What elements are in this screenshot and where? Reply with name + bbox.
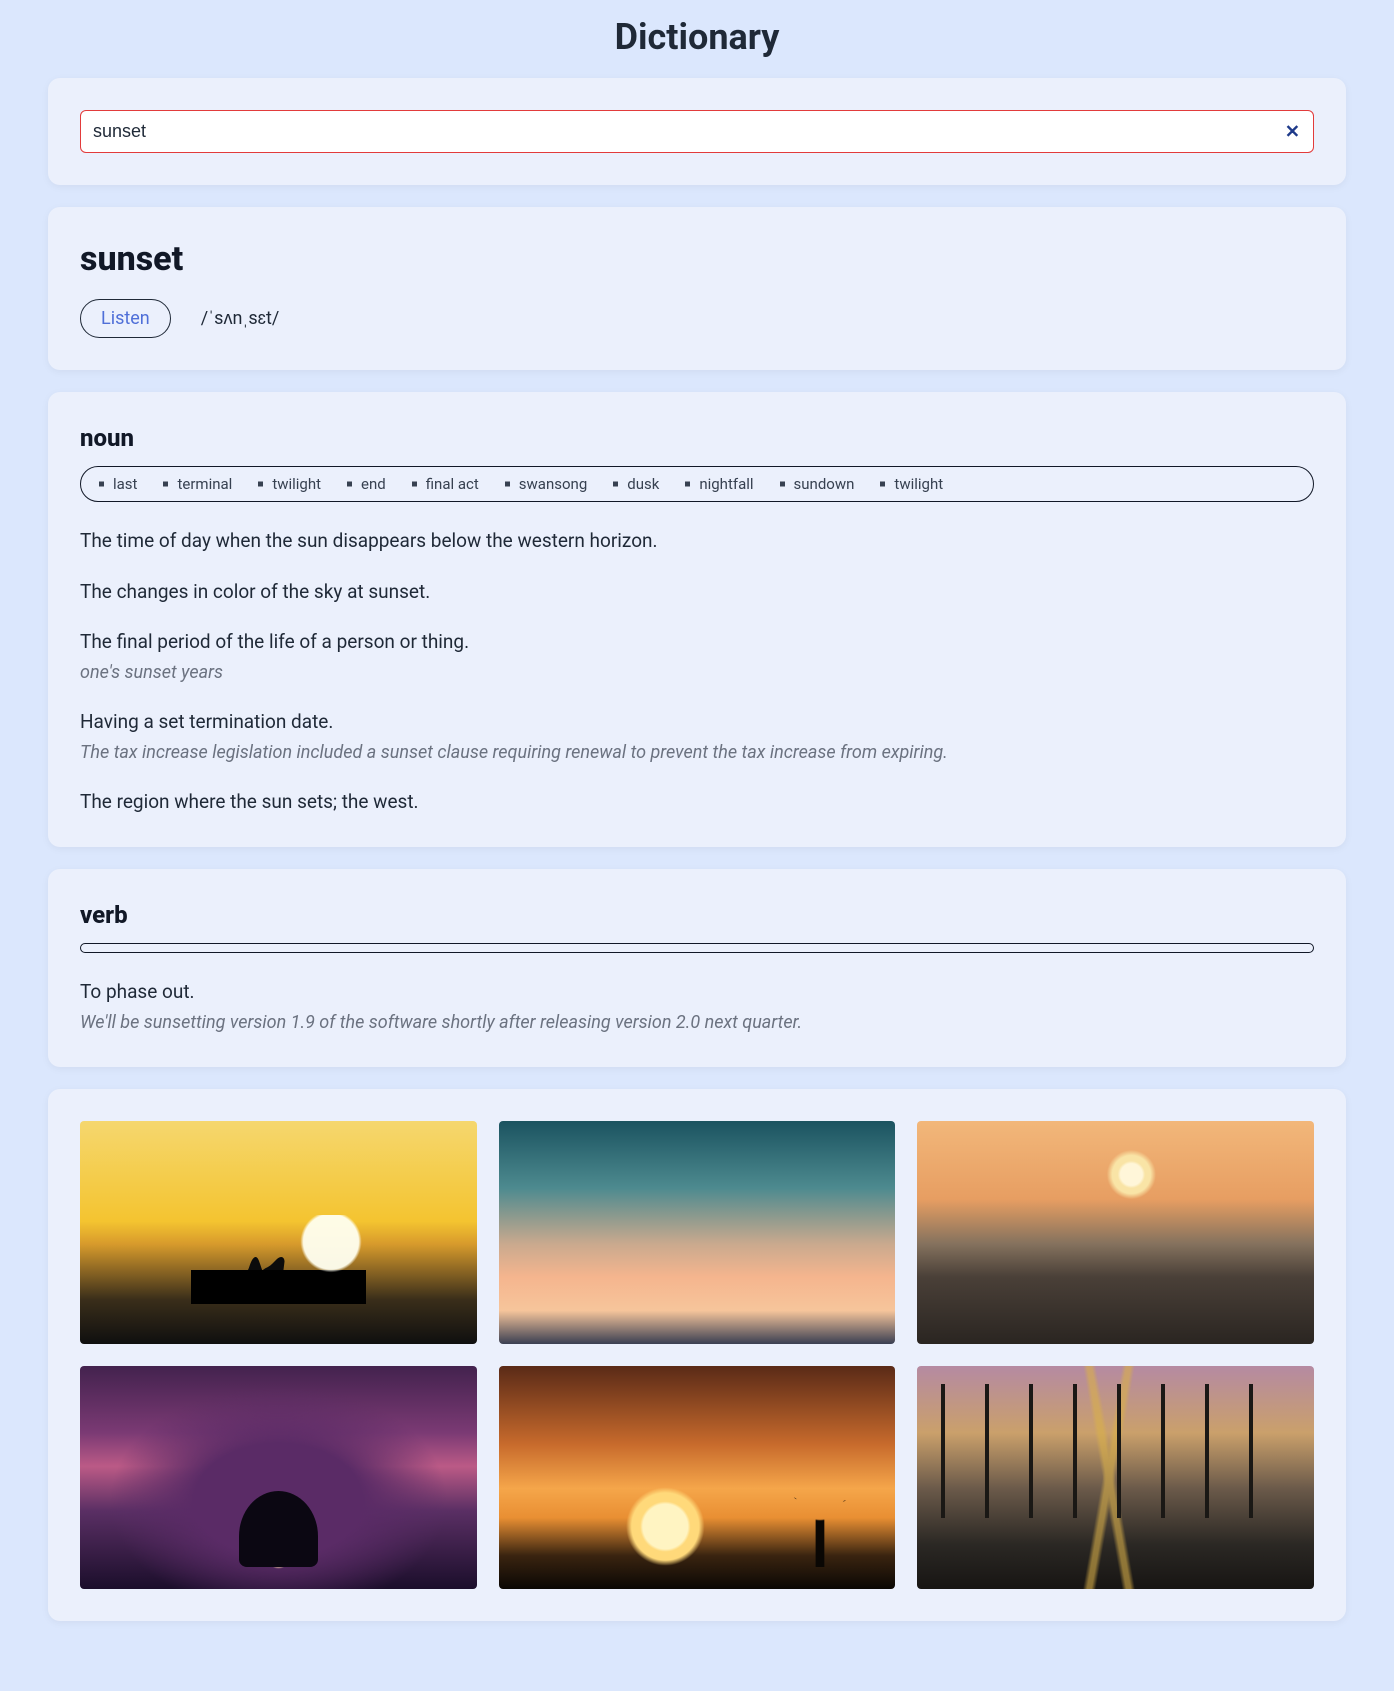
definition-text: The time of day when the sun disappears … — [80, 528, 1314, 555]
definition-text: The region where the sun sets; the west. — [80, 789, 1314, 816]
gallery-image[interactable] — [499, 1366, 896, 1589]
page-title: Dictionary — [48, 0, 1346, 78]
synonyms-box: last terminal twilight end final act swansong… — [80, 466, 1314, 502]
listen-button[interactable]: Listen — [80, 299, 171, 338]
definition-text: The final period of the life of a person… — [80, 629, 1314, 656]
pos-card: verb To phase out. We'll be sunsetting ver… — [48, 869, 1346, 1067]
search-input[interactable] — [80, 110, 1314, 153]
entry-card: sunset Listen /ˈsʌnˌsɛt/ — [48, 207, 1346, 370]
definition-text: Having a set termination date. — [80, 709, 1314, 736]
definition: The changes in color of the sky at sunse… — [80, 579, 1314, 606]
gallery-image[interactable] — [917, 1121, 1314, 1344]
pos-label: verb — [80, 901, 1314, 929]
entry-headword: sunset — [80, 239, 1314, 279]
synonym-item: dusk — [613, 475, 659, 493]
definition: To phase out. We'll be sunsetting version… — [80, 979, 1314, 1035]
definition-text: To phase out. — [80, 979, 1314, 1006]
definition: The final period of the life of a person… — [80, 629, 1314, 685]
clear-icon[interactable]: ✕ — [1285, 121, 1300, 142]
synonym-item: nightfall — [685, 475, 753, 493]
synonyms-box — [80, 943, 1314, 953]
definition-example: The tax increase legislation included a … — [80, 740, 1314, 765]
gallery-image[interactable] — [499, 1121, 896, 1344]
definition-example: one's sunset years — [80, 660, 1314, 685]
definition: The region where the sun sets; the west. — [80, 789, 1314, 816]
synonym-item: twilight — [880, 475, 943, 493]
definition-text: The changes in color of the sky at sunse… — [80, 579, 1314, 606]
definition: Having a set termination date. The tax in… — [80, 709, 1314, 765]
search-card: ✕ — [48, 78, 1346, 185]
pronunciation: /ˈsʌnˌsɛt/ — [201, 308, 280, 329]
synonym-item: twilight — [258, 475, 321, 493]
gallery-image[interactable] — [80, 1366, 477, 1589]
search-wrapper: ✕ — [80, 110, 1314, 153]
pos-label: noun — [80, 424, 1314, 452]
synonym-item: last — [99, 475, 137, 493]
definition-example: We'll be sunsetting version 1.9 of the s… — [80, 1010, 1314, 1035]
pos-card: noun last terminal twilight end final act swan… — [48, 392, 1346, 847]
definition: The time of day when the sun disappears … — [80, 528, 1314, 555]
image-gallery — [80, 1121, 1314, 1589]
synonym-item: swansong — [505, 475, 587, 493]
synonym-item: final act — [412, 475, 479, 493]
synonym-item: sundown — [780, 475, 855, 493]
synonym-item: terminal — [163, 475, 232, 493]
synonym-item: end — [347, 475, 386, 493]
gallery-image[interactable] — [80, 1121, 477, 1344]
gallery-image[interactable] — [917, 1366, 1314, 1589]
